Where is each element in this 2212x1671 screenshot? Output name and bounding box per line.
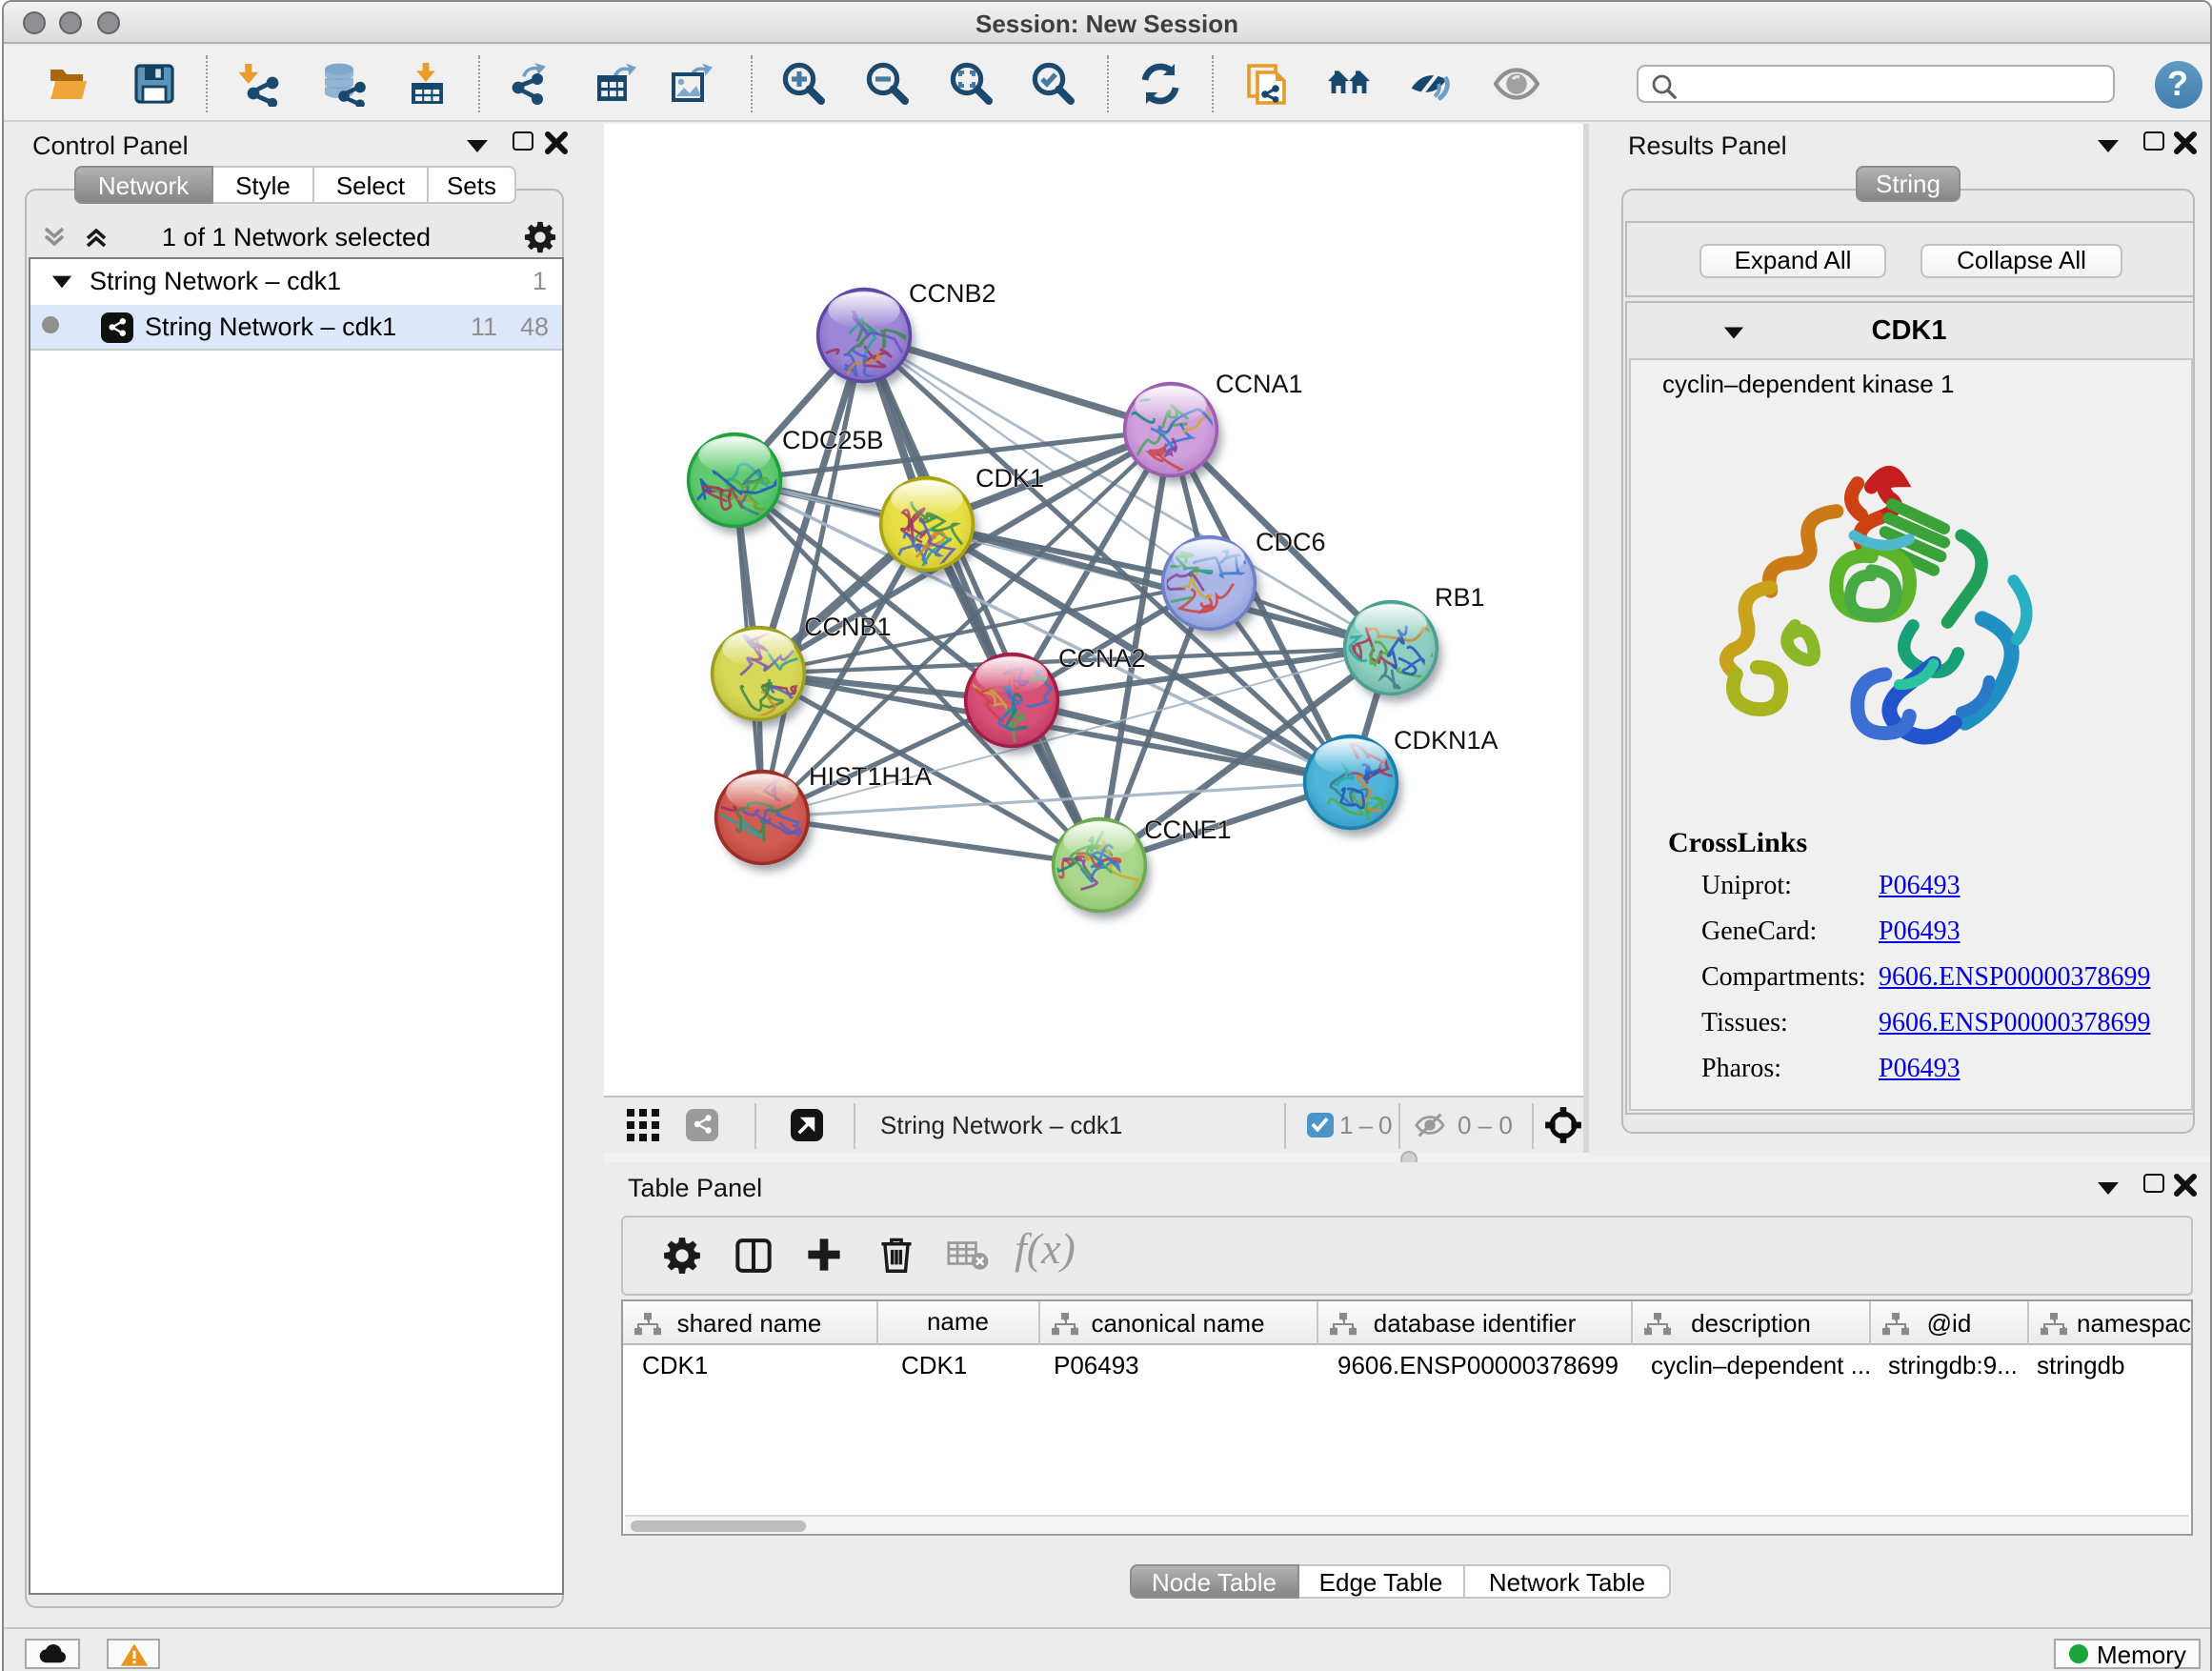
svg-text:CDKN1A: CDKN1A bbox=[1393, 725, 1498, 754]
svg-text:CCNE1: CCNE1 bbox=[1143, 815, 1231, 843]
svg-text:CDK1: CDK1 bbox=[975, 463, 1043, 492]
svg-text:CDC6: CDC6 bbox=[1255, 527, 1325, 555]
svg-text:HIST1H1A: HIST1H1A bbox=[808, 761, 931, 790]
svg-text:RB1: RB1 bbox=[1434, 582, 1484, 611]
svg-text:CCNA1: CCNA1 bbox=[1215, 369, 1302, 397]
svg-text:CCNA2: CCNA2 bbox=[1057, 643, 1145, 672]
svg-text:CCNB2: CCNB2 bbox=[908, 278, 995, 307]
svg-text:CCNB1: CCNB1 bbox=[803, 612, 891, 640]
svg-text:CDC25B: CDC25B bbox=[781, 425, 883, 453]
